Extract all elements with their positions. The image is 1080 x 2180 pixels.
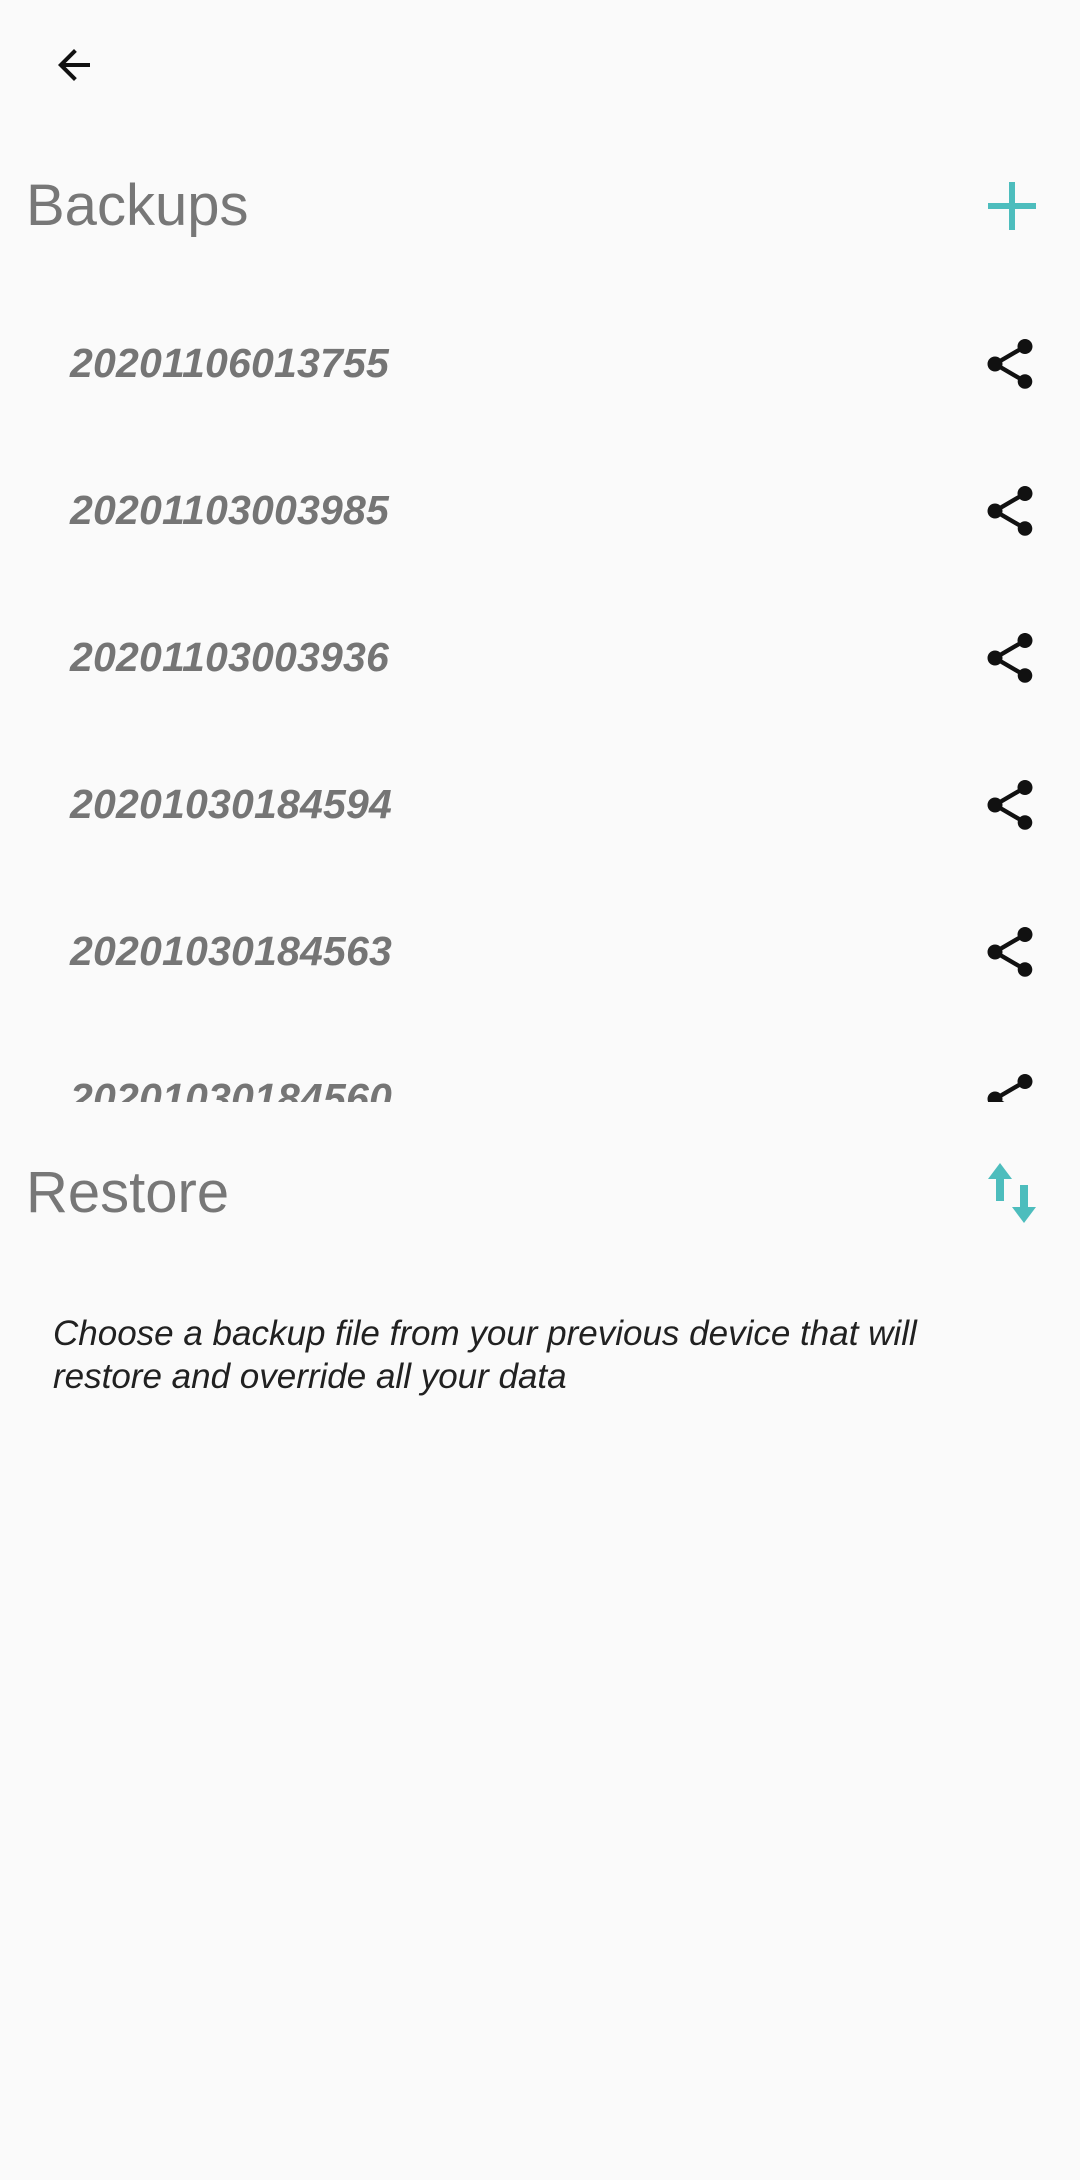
restore-title: Restore [26,1160,230,1225]
backup-name: 20201030184594 [70,781,393,827]
backup-list-item[interactable]: 20201030184560 [0,1025,1080,1102]
restore-button[interactable] [964,1145,1060,1241]
backup-name: 20201106013755 [70,340,389,386]
backup-list[interactable]: 20201106013755 20201103003985 2020110300… [0,290,1080,1102]
backups-title: Backups [26,173,249,238]
backup-restore-screen: Backups 20201106013755 20201103003985 20… [0,0,1080,2180]
backups-header: Backups [0,151,1080,261]
plus-icon [988,182,1036,230]
share-icon [987,779,1033,830]
backup-name: 20201030184560 [70,1075,393,1102]
backup-list-item[interactable]: 20201103003985 [0,437,1080,584]
backup-list-item[interactable]: 20201030184594 [0,731,1080,878]
share-button[interactable] [972,914,1048,990]
share-button[interactable] [972,1061,1048,1102]
backup-name: 20201030184563 [70,928,393,974]
backup-list-item[interactable]: 20201030184563 [0,878,1080,1025]
swap-vertical-icon [988,1163,1036,1223]
share-icon [987,926,1033,977]
share-icon [987,485,1033,536]
restore-description: Choose a backup file from your previous … [53,1314,917,1396]
backup-name: 20201103003936 [70,634,389,680]
backup-name: 20201103003985 [70,487,389,533]
add-backup-button[interactable] [964,158,1060,254]
backup-list-item[interactable]: 20201103003936 [0,584,1080,731]
share-icon [987,1073,1033,1102]
share-button[interactable] [972,767,1048,843]
share-button[interactable] [972,620,1048,696]
arrow-left-icon [58,49,90,81]
share-button[interactable] [972,326,1048,402]
share-button[interactable] [972,473,1048,549]
back-button[interactable] [38,29,110,101]
share-icon [987,632,1033,683]
restore-header: Restore [0,1138,1080,1248]
backup-list-item[interactable]: 20201106013755 [0,290,1080,437]
share-icon [987,338,1033,389]
